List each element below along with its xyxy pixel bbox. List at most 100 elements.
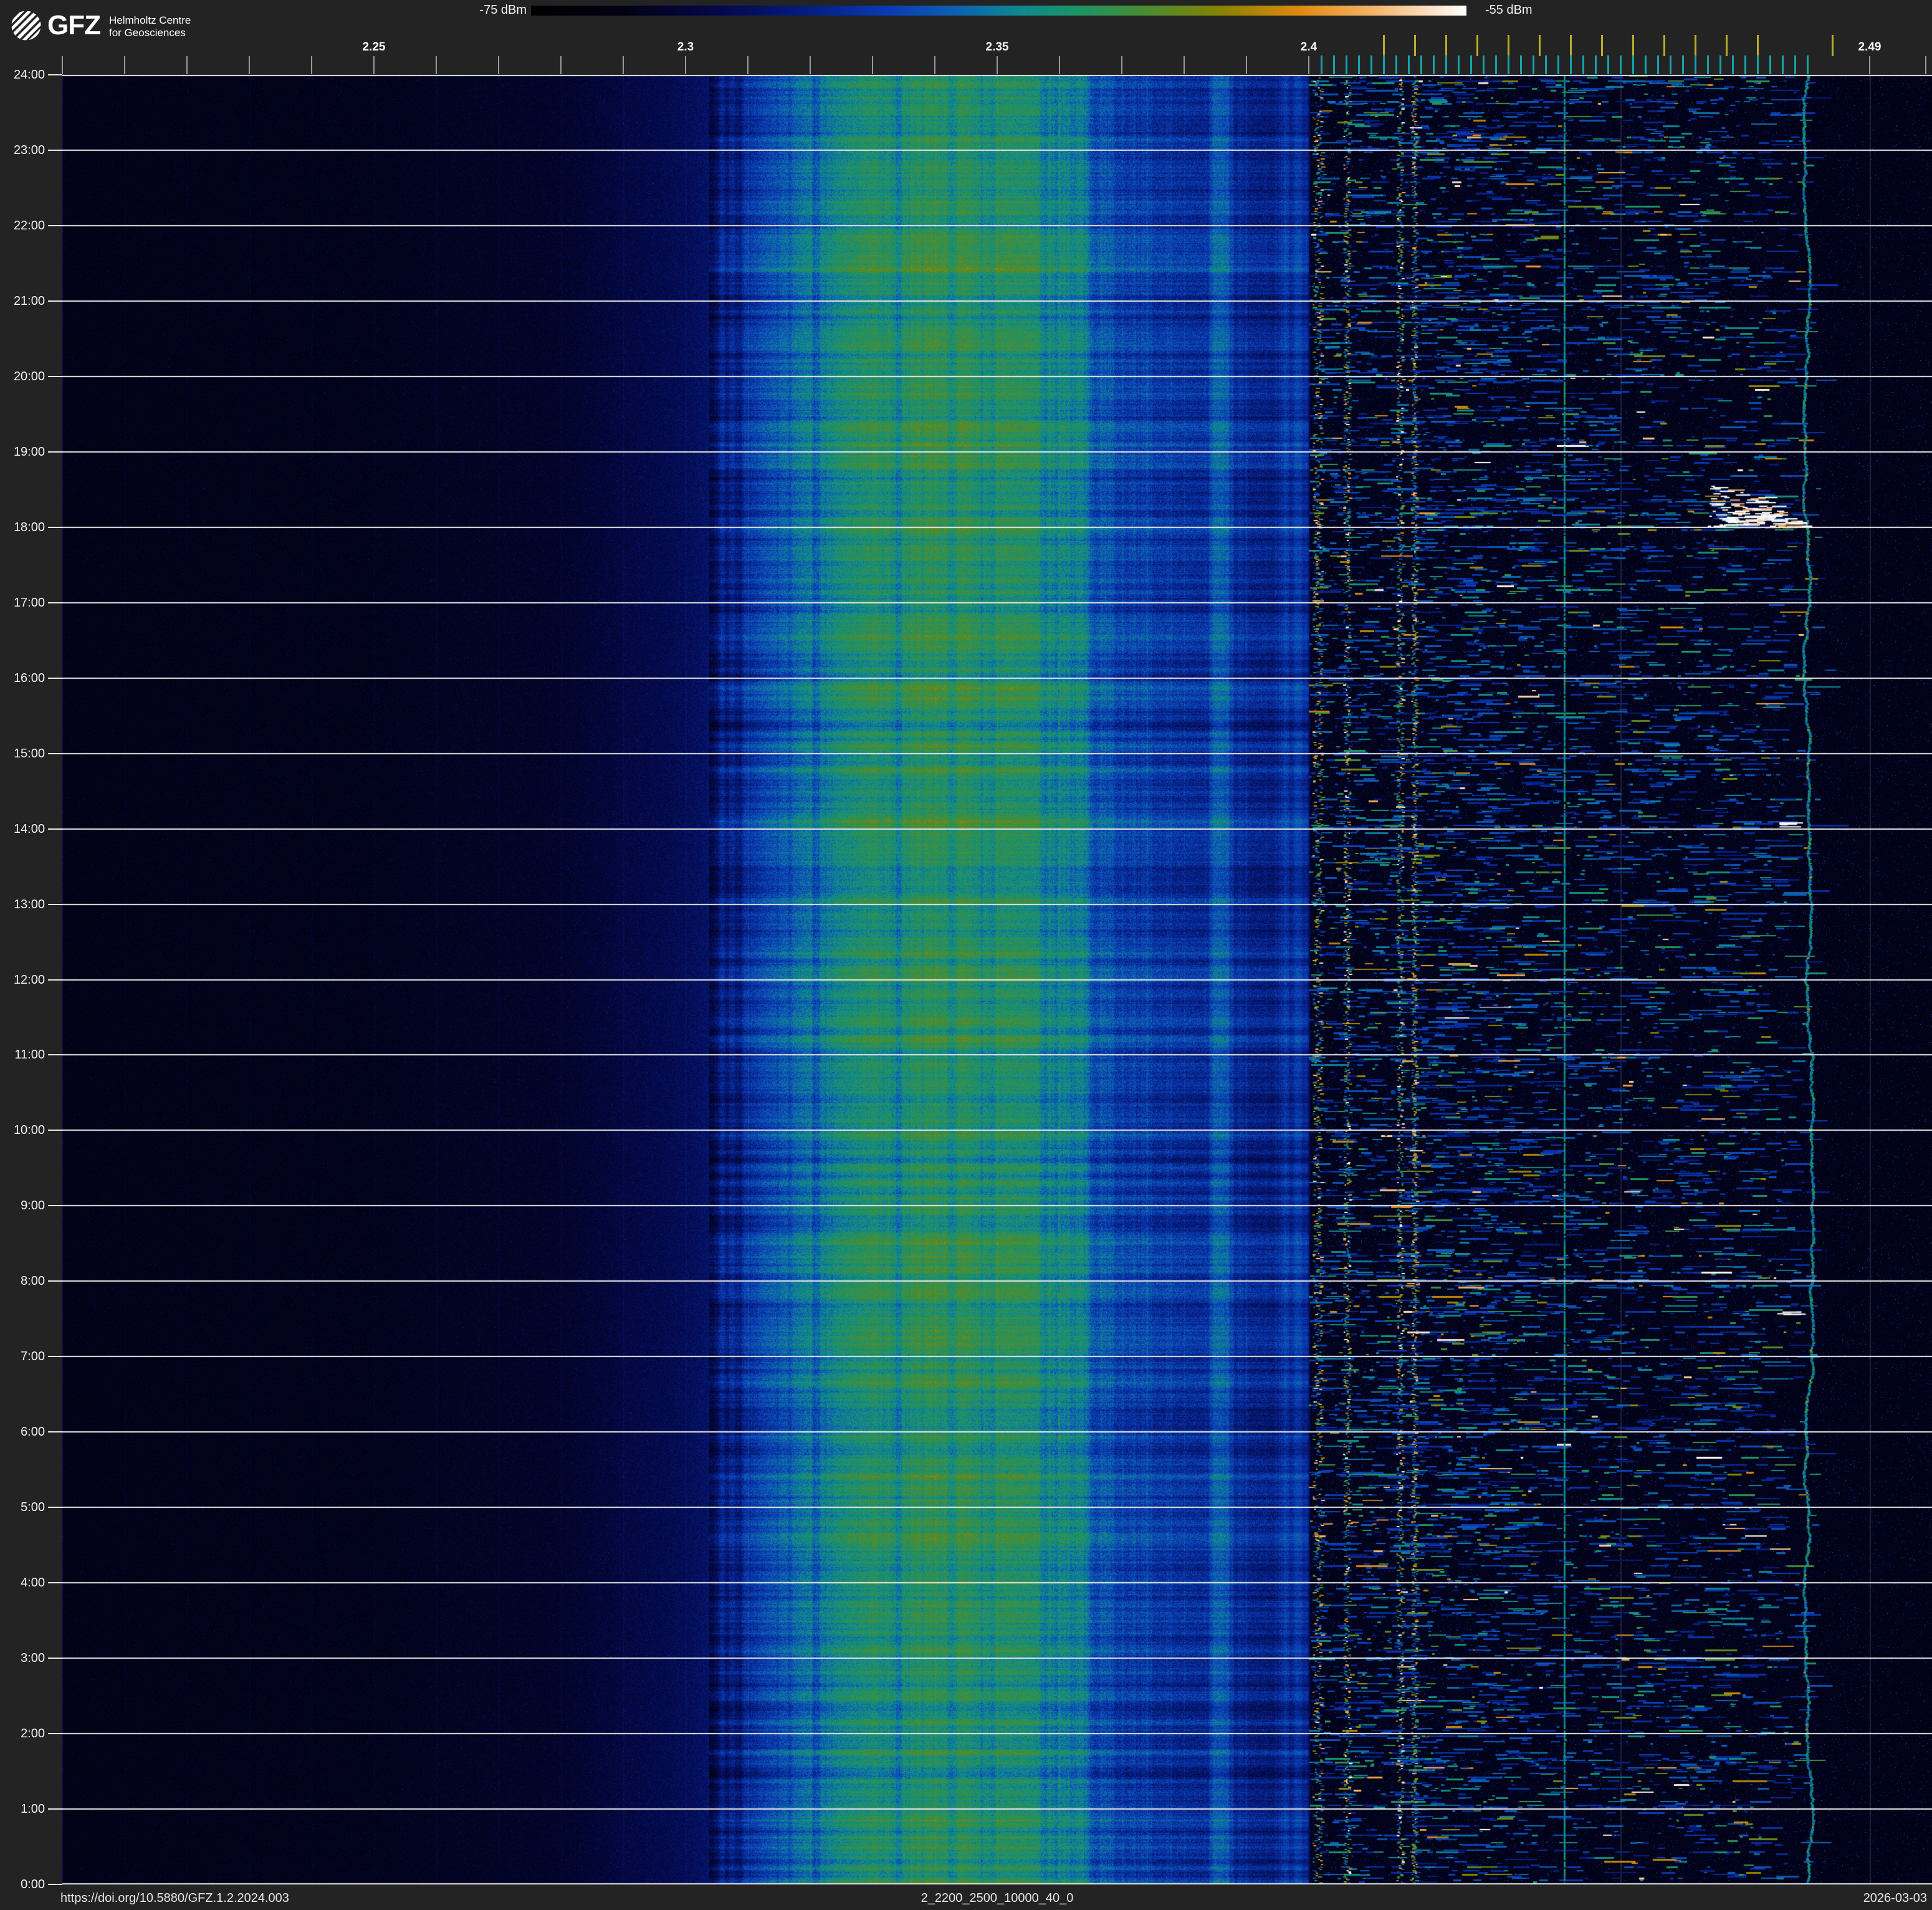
bluetooth-channel-tick [1782,55,1784,74]
time-tick-label: 3:00 [21,1651,45,1666]
freq-tick [934,56,935,74]
time-tick-label: 10:00 [13,1123,45,1138]
time-tick [48,979,62,981]
freq-tick [810,56,811,74]
freq-tick [124,56,125,74]
bluetooth-channel-tick [1533,55,1534,74]
bluetooth-channel-tick [1508,55,1509,74]
bluetooth-channel-tick [1470,55,1472,74]
logo-org-name: GFZ [47,10,101,41]
freq-tick-label: 2.3 [677,41,694,54]
time-tick-label: 4:00 [21,1576,45,1590]
bluetooth-channel-tick [1582,55,1584,74]
bluetooth-channel-tick [1557,55,1559,74]
wifi-channel-tick [1383,35,1385,56]
time-tick [48,1808,62,1810]
time-tick-label: 21:00 [13,294,45,308]
bluetooth-channel-tick [1433,55,1435,74]
bluetooth-channel-tick [1358,55,1360,74]
wifi-channel-tick [1414,35,1416,56]
freq-tick-label: 2.35 [985,41,1009,54]
time-tick [48,451,62,453]
freq-tick [747,56,748,74]
bluetooth-channel-tick [1682,55,1684,74]
freq-tick-label: 2.25 [362,41,386,54]
bluetooth-channel-tick [1807,55,1809,74]
wifi-channel-tick [1632,35,1634,56]
bluetooth-channel-tick [1744,55,1746,74]
time-tick [48,526,62,528]
time-tick [48,602,62,603]
freq-tick [623,56,624,74]
time-tick-label: 8:00 [21,1274,45,1289]
colorbar-min-label: -75 dBm [479,3,527,17]
logo-subtitle: Helmholtz Centre for Geosciences [109,14,191,39]
freq-tick [62,56,63,74]
footer-date: 2026-03-03 [1863,1891,1927,1905]
freq-tick-label: 2.4 [1300,41,1317,54]
freq-tick [1246,56,1247,74]
time-tick-label: 11:00 [14,1048,45,1062]
time-tick-label: 16:00 [13,671,45,685]
time-tick-label: 1:00 [21,1802,45,1816]
time-tick [48,1280,62,1282]
bluetooth-channel-tick [1445,55,1447,74]
bluetooth-channel-tick [1607,55,1609,74]
freq-tick [1121,56,1122,74]
wifi-channel-tick [1695,35,1696,56]
bluetooth-channel-tick [1383,55,1385,74]
time-tick-label: 20:00 [13,369,45,383]
wifi-channel-tick [1726,35,1728,56]
bluetooth-channel-tick [1670,55,1671,74]
time-tick [48,1205,62,1207]
time-tick [48,1507,62,1509]
bluetooth-channel-tick [1794,55,1796,74]
bluetooth-channel-tick [1732,55,1734,74]
time-tick-label: 6:00 [21,1425,45,1439]
bluetooth-channel-tick [1707,55,1709,74]
freq-tick [186,56,188,74]
freq-tick [560,56,562,74]
freq-tick [249,56,250,74]
logo-subtitle-line2: for Geosciences [109,27,186,39]
time-tick [48,1356,62,1358]
time-tick [48,1658,62,1659]
time-tick [48,1130,62,1131]
bluetooth-channel-tick [1632,55,1634,74]
time-tick [48,752,62,754]
time-tick [48,224,62,226]
time-tick [48,677,62,679]
time-tick-label: 7:00 [21,1350,45,1364]
gfz-logo-icon [5,4,47,47]
bluetooth-channel-tick [1769,55,1771,74]
bluetooth-channel-tick [1657,55,1659,74]
time-tick [48,903,62,905]
bluetooth-channel-tick [1757,55,1759,74]
bluetooth-channel-tick [1645,55,1647,74]
time-tick [48,149,62,151]
time-tick [48,828,62,830]
footer-dataset-id: 2_2200_2500_10000_40_0 [921,1891,1074,1905]
wifi-channel-tick [1445,35,1447,56]
bluetooth-channel-tick [1408,55,1410,74]
colorbar [531,6,1466,16]
logo-subtitle-line1: Helmholtz Centre [109,14,191,26]
bluetooth-channel-tick [1695,55,1696,74]
time-tick-label: 19:00 [13,444,45,459]
bluetooth-channel-tick [1495,55,1497,74]
bluetooth-channel-tick [1520,55,1522,74]
time-tick-label: 0:00 [21,1878,45,1891]
time-tick-label: 12:00 [13,972,45,987]
time-tick [48,1431,62,1433]
freq-tick [1869,56,1870,74]
freq-tick [1059,56,1060,74]
footer-doi-link[interactable]: https://doi.org/10.5880/GFZ.1.2.2024.003 [60,1891,621,1905]
freq-tick [1184,56,1185,74]
wifi-channel-tick [1601,35,1603,56]
freq-tick [1925,56,1926,74]
time-tick [48,74,62,75]
bluetooth-channel-tick [1620,55,1622,74]
wifi-channel-tick [1476,35,1478,56]
bluetooth-channel-tick [1321,55,1322,74]
bluetooth-channel-tick [1333,55,1335,74]
